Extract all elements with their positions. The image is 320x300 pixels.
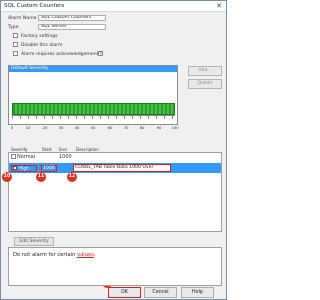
disable-alarm-checkbox[interactable] (13, 42, 18, 47)
help-icon[interactable]: ? (98, 51, 103, 56)
cancel-button[interactable]: Cancel (144, 287, 177, 298)
note-area[interactable]: Do not alarm for certain values. (8, 247, 222, 286)
slider-tick: 20 (42, 125, 48, 130)
slider-tick: 70 (123, 125, 129, 130)
slider-tick: 90 (156, 125, 162, 130)
disable-alarm-label: Disable this alarm (21, 43, 63, 48)
severity-list-item-default[interactable]: Default Severity (9, 66, 177, 72)
high-start-cell[interactable]: 1000 (41, 165, 57, 172)
close-icon[interactable]: ✕ (216, 2, 222, 10)
factory-settings-checkbox[interactable] (13, 33, 18, 38)
normal-end: 1000 (59, 154, 72, 160)
title-bar: SQL Custom Counters ✕ (1, 1, 226, 12)
slider-tick: 60 (107, 125, 113, 130)
values-link[interactable]: values (77, 252, 94, 258)
high-severity: High (18, 166, 30, 172)
slider-tick: 100 (171, 125, 179, 130)
slider-tick: 40 (74, 125, 80, 130)
factory-settings-label: Factory settings (21, 34, 58, 39)
type-label: Type (8, 25, 19, 30)
alarm-name-label: Alarm Name (8, 16, 37, 21)
ok-button[interactable]: OK (108, 287, 141, 298)
slider-tick: 50 (90, 125, 96, 130)
slider-tick: 0 (10, 125, 14, 130)
add-button[interactable]: Add... (188, 66, 222, 76)
step-badge: 12 (67, 172, 77, 182)
type-field[interactable]: SQL Server (38, 24, 106, 30)
alarm-name-field[interactable]: SQL Custom Counters (38, 15, 106, 21)
note-text: Do not alarm for certain (13, 252, 78, 258)
step-badge: 10 (2, 172, 12, 182)
normal-severity: Normal (17, 154, 36, 160)
slider-tick: 30 (58, 125, 64, 130)
help-button[interactable]: Help (181, 287, 214, 298)
slider-axis (12, 115, 175, 119)
high-severity-cell[interactable]: High (11, 165, 37, 172)
delete-button[interactable]: Delete (188, 79, 222, 89)
high-checkbox-icon[interactable] (13, 166, 17, 170)
slider-tick: 80 (139, 125, 145, 130)
severity-range-slider[interactable] (12, 103, 175, 115)
requires-ack-checkbox[interactable] (13, 51, 18, 56)
sql-custom-counters-dialog: SQL Custom Counters ✕ Alarm Name SQL Cus… (0, 0, 227, 300)
tab-edit-severity[interactable]: Edit Severity (14, 237, 54, 246)
requires-ack-label: Alarm requires acknowledgement (21, 52, 99, 57)
note-suffix: . (93, 252, 96, 258)
step-badge: 11 (36, 172, 46, 182)
normal-checkbox[interactable] (11, 154, 16, 159)
window-title: SQL Custom Counters (4, 3, 65, 9)
table-row-normal[interactable]: Normal 1000 (11, 154, 211, 161)
high-description-cell[interactable]: COSOL_TAB Table Data 1000 Over (73, 164, 171, 172)
slider-tick: 10 (25, 125, 31, 130)
